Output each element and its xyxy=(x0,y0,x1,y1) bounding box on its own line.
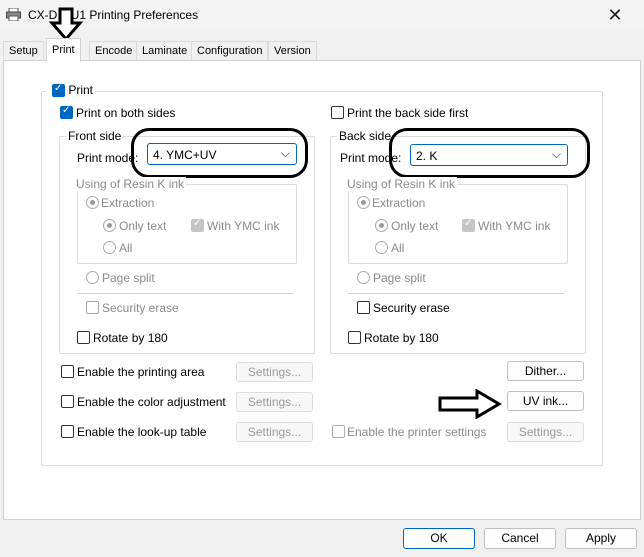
annotation-down-arrow-icon xyxy=(48,7,84,41)
color-adjustment-checkbox[interactable] xyxy=(61,395,74,408)
front-security-erase-checkbox[interactable] xyxy=(86,301,99,314)
apply-button[interactable]: Apply xyxy=(565,528,637,549)
tab-setup[interactable]: Setup xyxy=(3,41,44,61)
front-security-erase-label: Security erase xyxy=(102,301,179,315)
printer-icon xyxy=(6,8,21,21)
uv-ink-button[interactable]: UV ink... xyxy=(507,391,584,411)
printer-settings-checkbox[interactable] xyxy=(332,425,345,438)
back-only-text-radio[interactable] xyxy=(375,219,388,232)
back-extraction-radio[interactable] xyxy=(357,196,370,209)
front-page-split-radio[interactable] xyxy=(86,271,99,284)
back-page-split-radio[interactable] xyxy=(357,271,370,284)
front-extraction-radio[interactable] xyxy=(86,196,99,209)
front-mode-label: Print mode: xyxy=(77,151,139,165)
tab-encode[interactable]: Encode xyxy=(89,41,139,61)
cancel-button[interactable]: Cancel xyxy=(484,528,556,549)
back-all-label: All xyxy=(391,241,405,255)
front-rotate-label: Rotate by 180 xyxy=(93,331,168,345)
back-side-title: Back side xyxy=(337,129,394,143)
back-all-radio[interactable] xyxy=(375,241,388,254)
back-rotate-checkbox[interactable] xyxy=(348,331,361,344)
tab-laminate[interactable]: Laminate xyxy=(136,41,194,61)
back-only-text-label: Only text xyxy=(391,219,439,233)
color-adjustment-settings-button[interactable]: Settings... xyxy=(236,392,313,412)
lookup-table-settings-button[interactable]: Settings... xyxy=(236,422,313,442)
front-extraction-label: Extraction xyxy=(101,196,155,210)
divider xyxy=(348,293,564,294)
both-sides-checkbox[interactable] xyxy=(60,105,73,119)
lookup-table-label: Enable the look-up table xyxy=(77,425,207,439)
printer-settings-label: Enable the printer settings xyxy=(347,425,487,439)
printing-area-checkbox[interactable] xyxy=(61,365,74,378)
lookup-table-checkbox[interactable] xyxy=(61,425,74,438)
back-resin-title: Using of Resin K ink xyxy=(345,177,458,191)
dither-button[interactable]: Dither... xyxy=(507,361,584,381)
tab-version[interactable]: Version xyxy=(268,41,317,61)
close-icon[interactable]: ✕ xyxy=(598,2,632,28)
back-page-split-label: Page split xyxy=(373,271,426,285)
print-checkbox[interactable] xyxy=(52,83,65,97)
tab-configuration[interactable]: Configuration xyxy=(191,41,269,61)
back-with-ymc-checkbox[interactable] xyxy=(462,218,475,232)
ok-button[interactable]: OK xyxy=(403,528,475,549)
annotation-ellipse-back xyxy=(389,128,590,178)
printing-area-label: Enable the printing area xyxy=(77,365,205,379)
front-all-radio[interactable] xyxy=(103,241,116,254)
front-side-title: Front side xyxy=(66,129,124,143)
annotation-right-arrow-icon xyxy=(438,389,502,419)
back-first-label: Print the back side first xyxy=(347,106,469,120)
annotation-ellipse-front xyxy=(131,128,308,178)
front-only-text-radio[interactable] xyxy=(103,219,116,232)
front-only-text-label: Only text xyxy=(119,219,167,233)
back-security-erase-label: Security erase xyxy=(373,301,450,315)
front-resin-title: Using of Resin K ink xyxy=(74,177,187,191)
printing-area-settings-button[interactable]: Settings... xyxy=(236,362,313,382)
front-with-ymc-label: With YMC ink xyxy=(207,219,280,233)
printer-settings-button[interactable]: Settings... xyxy=(507,422,584,442)
divider xyxy=(77,293,293,294)
back-with-ymc-label: With YMC ink xyxy=(478,219,551,233)
front-all-label: All xyxy=(119,241,133,255)
front-page-split-label: Page split xyxy=(102,271,155,285)
back-security-erase-checkbox[interactable] xyxy=(357,301,370,314)
print-label: Print xyxy=(68,83,94,97)
back-first-checkbox[interactable] xyxy=(331,106,344,119)
front-with-ymc-checkbox[interactable] xyxy=(191,218,204,232)
back-extraction-label: Extraction xyxy=(372,196,426,210)
color-adjustment-label: Enable the color adjustment xyxy=(77,395,226,409)
tab-print[interactable]: Print xyxy=(46,38,81,62)
both-sides-label: Print on both sides xyxy=(76,106,176,120)
back-rotate-label: Rotate by 180 xyxy=(364,331,439,345)
front-rotate-checkbox[interactable] xyxy=(77,331,90,344)
